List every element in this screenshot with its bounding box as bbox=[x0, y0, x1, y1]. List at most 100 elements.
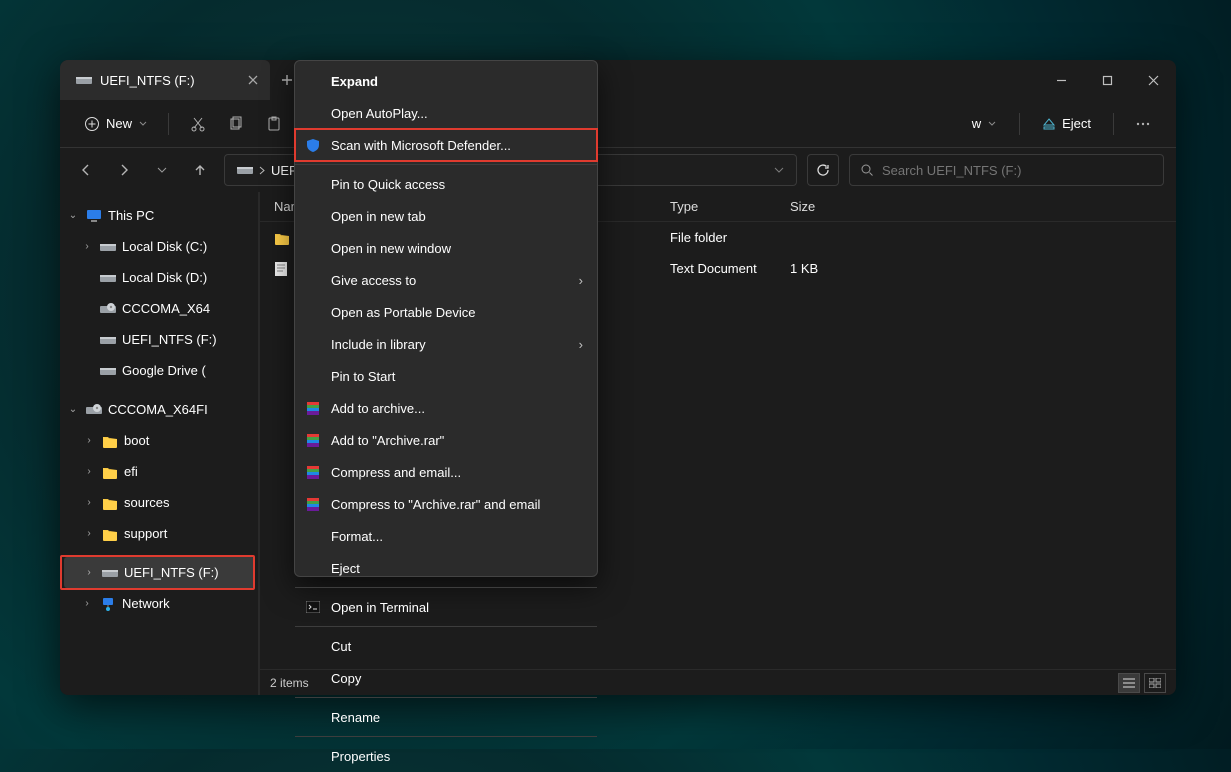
refresh-button[interactable] bbox=[807, 154, 839, 186]
chevron-down-icon[interactable]: ⌄ bbox=[66, 404, 80, 415]
view-label: w bbox=[972, 116, 981, 131]
menu-item[interactable]: Open in new window bbox=[295, 232, 597, 264]
details-view-button[interactable] bbox=[1118, 673, 1140, 693]
dvd-icon bbox=[86, 403, 102, 417]
menu-item-label: Properties bbox=[331, 749, 390, 764]
rar-icon bbox=[305, 400, 321, 416]
pc-icon bbox=[86, 209, 102, 223]
menu-item[interactable]: Pin to Quick access bbox=[295, 168, 597, 200]
menu-item-label: Open in new tab bbox=[331, 209, 426, 224]
menu-item[interactable]: Add to "Archive.rar" bbox=[295, 424, 597, 456]
menu-item[interactable]: Open in Terminal bbox=[295, 591, 597, 623]
shield-icon bbox=[305, 137, 321, 153]
maximize-button[interactable] bbox=[1084, 60, 1130, 100]
eject-button[interactable]: Eject bbox=[1032, 112, 1101, 135]
menu-item[interactable]: Compress to "Archive.rar" and email bbox=[295, 488, 597, 520]
back-button[interactable] bbox=[72, 156, 100, 184]
column-size[interactable]: Size bbox=[790, 199, 870, 214]
recent-dropdown[interactable] bbox=[148, 156, 176, 184]
menu-item[interactable]: Copy bbox=[295, 662, 597, 694]
cut-button[interactable] bbox=[181, 107, 215, 141]
tree-item[interactable]: ⌄This PC bbox=[60, 200, 259, 231]
close-window-button[interactable] bbox=[1130, 60, 1176, 100]
tree-item[interactable]: › efi bbox=[60, 456, 259, 487]
menu-item-label: Open as Portable Device bbox=[331, 305, 476, 320]
tree-item-label: Network bbox=[122, 596, 170, 611]
tree-item[interactable]: ⌄CCCOMA_X64FI bbox=[60, 394, 259, 425]
menu-item-label: Give access to bbox=[331, 273, 416, 288]
tree-item[interactable]: Local Disk (D:) bbox=[60, 262, 259, 293]
eject-icon bbox=[1042, 117, 1056, 131]
chevron-right-icon[interactable]: › bbox=[82, 497, 96, 508]
menu-item[interactable]: Include in library› bbox=[295, 328, 597, 360]
disk-icon bbox=[100, 334, 116, 346]
menu-item-label: Compress to "Archive.rar" and email bbox=[331, 497, 540, 512]
menu-item[interactable]: Eject bbox=[295, 552, 597, 584]
menu-item-label: Expand bbox=[331, 74, 378, 89]
chevron-right-icon: › bbox=[579, 273, 583, 288]
tree-item[interactable]: UEFI_NTFS (F:) bbox=[60, 324, 259, 355]
menu-item[interactable]: Rename bbox=[295, 701, 597, 733]
eject-label: Eject bbox=[1062, 116, 1091, 131]
paste-button[interactable] bbox=[257, 107, 291, 141]
chevron-right-icon[interactable]: › bbox=[82, 466, 96, 477]
menu-item[interactable]: Format... bbox=[295, 520, 597, 552]
menu-item[interactable]: Open as Portable Device bbox=[295, 296, 597, 328]
dvd-icon bbox=[100, 302, 116, 316]
tree-item[interactable]: Google Drive ( bbox=[60, 355, 259, 386]
tree-item[interactable]: ›sources bbox=[60, 487, 259, 518]
tree-item-label: efi bbox=[124, 464, 138, 479]
menu-item[interactable]: Expand bbox=[295, 65, 597, 97]
tiles-view-button[interactable] bbox=[1144, 673, 1166, 693]
menu-item[interactable]: Cut bbox=[295, 630, 597, 662]
search-box[interactable] bbox=[849, 154, 1164, 186]
rar-icon bbox=[305, 432, 321, 448]
chevron-right-icon[interactable]: › bbox=[82, 567, 96, 578]
menu-item[interactable]: Properties bbox=[295, 740, 597, 772]
rar-icon bbox=[305, 496, 321, 512]
menu-item[interactable]: Open in new tab bbox=[295, 200, 597, 232]
menu-item-label: Copy bbox=[331, 671, 361, 686]
chevron-right-icon[interactable]: › bbox=[80, 598, 94, 609]
new-button[interactable]: New bbox=[76, 112, 156, 136]
up-button[interactable] bbox=[186, 156, 214, 184]
menu-item-label: Compress and email... bbox=[331, 465, 461, 480]
view-dropdown[interactable]: w bbox=[962, 112, 1007, 135]
search-input[interactable] bbox=[882, 163, 1153, 178]
menu-item-label: Include in library bbox=[331, 337, 426, 352]
menu-item[interactable]: Scan with Microsoft Defender... bbox=[295, 129, 597, 161]
tree-item[interactable]: › Network bbox=[60, 588, 259, 619]
tree-item[interactable]: ›Local Disk (C:) bbox=[60, 231, 259, 262]
menu-item-label: Open in Terminal bbox=[331, 600, 429, 615]
tree-item-label: boot bbox=[124, 433, 149, 448]
tab-uefi-ntfs[interactable]: UEFI_NTFS (F:) bbox=[60, 60, 270, 100]
chevron-down-icon[interactable] bbox=[768, 167, 790, 173]
close-tab-icon[interactable] bbox=[248, 75, 258, 85]
menu-item[interactable]: Add to archive... bbox=[295, 392, 597, 424]
chevron-right-icon[interactable]: › bbox=[82, 435, 96, 446]
copy-button[interactable] bbox=[219, 107, 253, 141]
chevron-right-icon[interactable]: › bbox=[82, 528, 96, 539]
menu-item[interactable]: Pin to Start bbox=[295, 360, 597, 392]
chevron-right-icon bbox=[259, 166, 265, 175]
tree-item[interactable]: › UEFI_NTFS (F:) bbox=[64, 557, 255, 588]
tree-item[interactable]: › boot bbox=[60, 425, 259, 456]
menu-item[interactable]: Open AutoPlay... bbox=[295, 97, 597, 129]
tree-item[interactable]: ›support bbox=[60, 518, 259, 549]
tree-item-label: UEFI_NTFS (F:) bbox=[122, 332, 217, 347]
forward-button[interactable] bbox=[110, 156, 138, 184]
menu-item-label: Pin to Start bbox=[331, 369, 395, 384]
more-button[interactable] bbox=[1126, 107, 1160, 141]
folder-icon bbox=[102, 465, 118, 479]
tree-item[interactable]: CCCOMA_X64 bbox=[60, 293, 259, 324]
menu-item-label: Eject bbox=[331, 561, 360, 576]
menu-item[interactable]: Compress and email... bbox=[295, 456, 597, 488]
nav-row: UEFI_NTFS bbox=[60, 148, 1176, 192]
chevron-right-icon[interactable]: › bbox=[80, 241, 94, 252]
minimize-button[interactable] bbox=[1038, 60, 1084, 100]
tree-item-label: UEFI_NTFS (F:) bbox=[124, 565, 219, 580]
menu-item[interactable]: Give access to › bbox=[295, 264, 597, 296]
column-type[interactable]: Type bbox=[670, 199, 790, 214]
chevron-down-icon[interactable]: ⌄ bbox=[66, 210, 80, 221]
tree-item-label: Local Disk (D:) bbox=[122, 270, 207, 285]
